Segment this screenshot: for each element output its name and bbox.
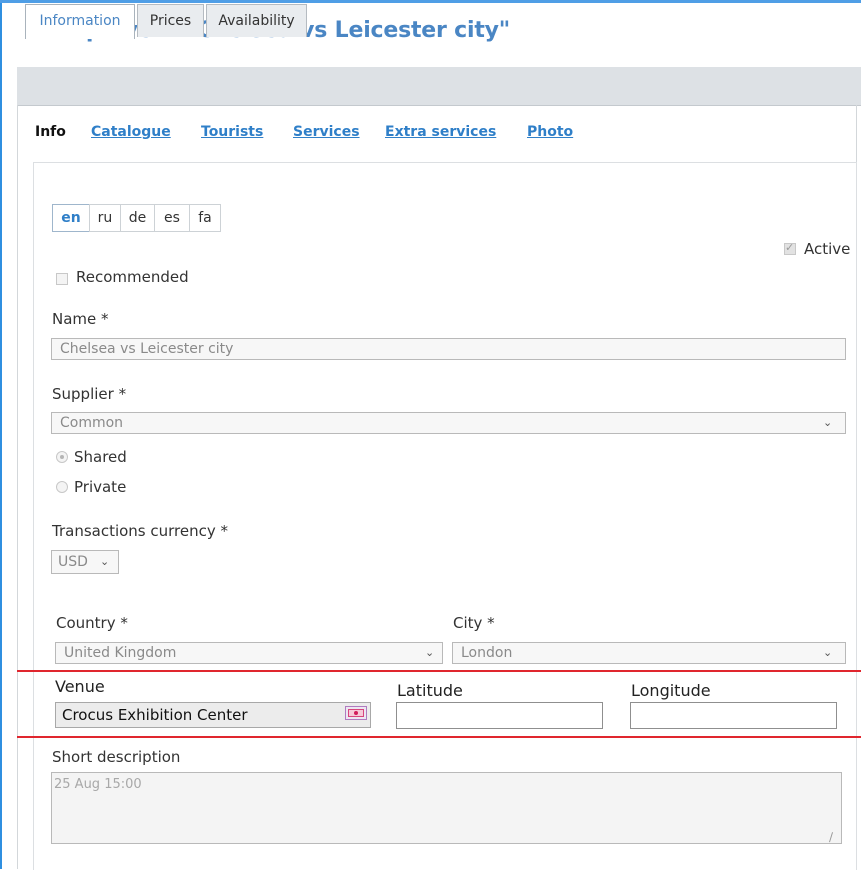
recommended-checkbox[interactable] [56, 273, 68, 285]
country-select[interactable]: United Kingdom [55, 642, 443, 664]
lang-tab-fa[interactable]: fa [189, 204, 221, 232]
shared-label: Shared [74, 448, 127, 466]
venue-input[interactable]: Crocus Exhibition Center [55, 702, 371, 728]
name-label: Name * [52, 310, 109, 328]
country-label: Country * [56, 614, 128, 632]
active-label: Active [804, 240, 851, 258]
window-edge [0, 0, 2, 869]
subnav-catalogue-link[interactable]: Catalogue [91, 124, 171, 140]
subnav-info: Info [35, 124, 66, 140]
city-select[interactable]: London [452, 642, 846, 664]
subnav-tourists-link[interactable]: Tourists [201, 124, 263, 140]
private-radio[interactable] [56, 481, 68, 493]
currency-value: USD [58, 554, 88, 570]
chevron-down-icon: ⌄ [823, 646, 833, 659]
latitude-input[interactable] [396, 702, 603, 729]
subnav-extra-services-link[interactable]: Extra services [385, 124, 496, 140]
active-checkbox[interactable] [784, 241, 796, 255]
venue-value: Crocus Exhibition Center [62, 706, 248, 724]
subnav-services-link[interactable]: Services [293, 124, 360, 140]
short-description-textarea[interactable]: 25 Aug 15:00 [51, 772, 842, 844]
latitude-label: Latitude [397, 681, 463, 700]
currency-label: Transactions currency * [52, 522, 229, 540]
tab-strip [17, 67, 861, 106]
highlight-top-line [17, 670, 861, 672]
longitude-label: Longitude [631, 681, 711, 700]
shared-radio[interactable] [56, 451, 68, 463]
chevron-down-icon: ⌄ [100, 555, 110, 568]
resize-grip-icon[interactable]: ∕ [829, 830, 833, 844]
tab-availability[interactable]: Availability [206, 4, 307, 37]
lang-tab-ru[interactable]: ru [89, 204, 121, 232]
longitude-input[interactable] [630, 702, 837, 729]
supplier-label: Supplier * [52, 385, 127, 403]
supplier-select[interactable]: Common [51, 412, 846, 434]
highlight-bottom-line [17, 736, 861, 738]
lang-tab-en[interactable]: en [52, 204, 90, 232]
subnav-photo-link[interactable]: Photo [527, 124, 573, 140]
short-description-label: Short description [52, 748, 181, 766]
recommended-label: Recommended [76, 268, 189, 286]
private-label: Private [74, 478, 127, 496]
lang-tab-de[interactable]: de [120, 204, 155, 232]
map-picker-icon[interactable] [345, 706, 367, 720]
venue-label: Venue [55, 677, 105, 696]
city-value: London [461, 645, 513, 661]
country-value: United Kingdom [64, 645, 177, 661]
tab-prices[interactable]: Prices [137, 4, 204, 37]
lang-tab-es[interactable]: es [154, 204, 190, 232]
chevron-down-icon: ⌄ [425, 646, 435, 659]
name-field[interactable]: Chelsea vs Leicester city [51, 338, 846, 360]
city-label: City * [453, 614, 495, 632]
tab-information[interactable]: Information [25, 4, 135, 39]
window-top-edge [0, 0, 861, 3]
supplier-value: Common [60, 415, 124, 431]
chevron-down-icon: ⌄ [823, 416, 833, 429]
